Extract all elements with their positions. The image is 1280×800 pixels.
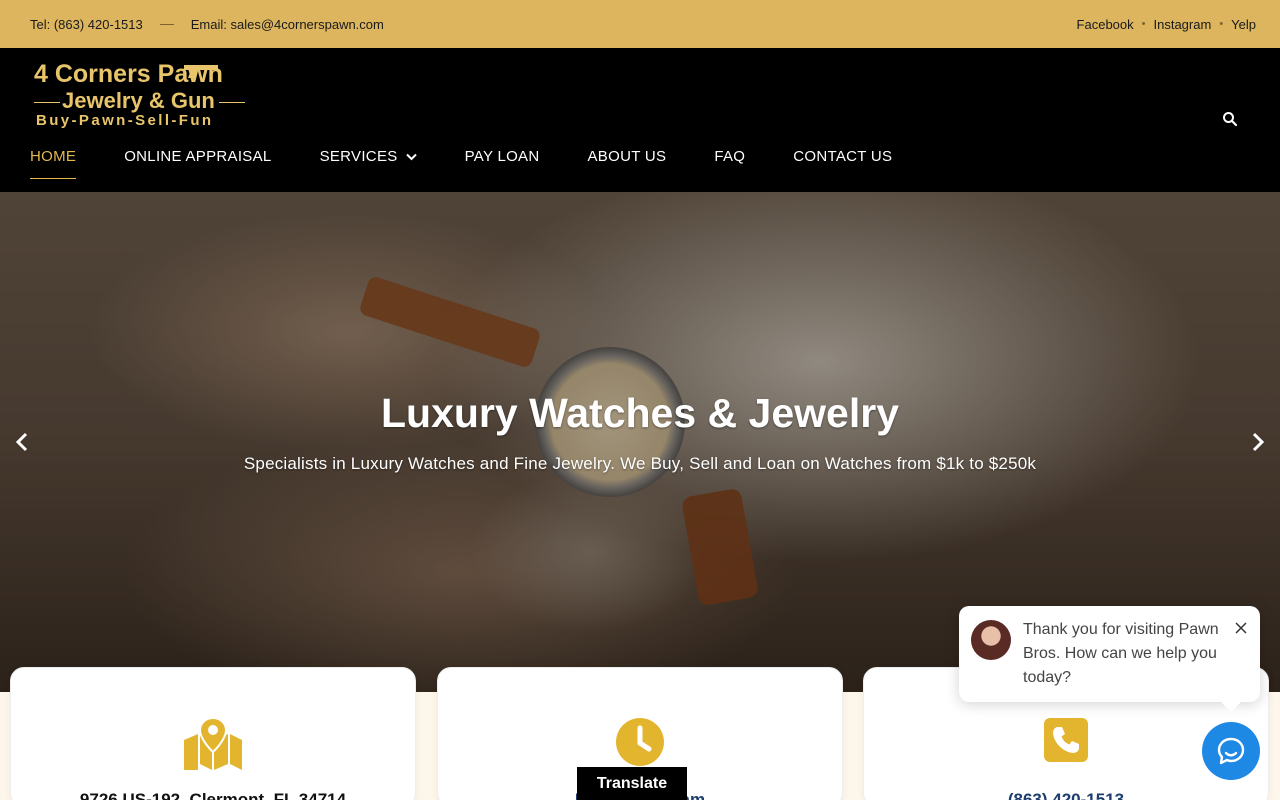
nav-services[interactable]: SERVICES [320,148,417,165]
hero-subtitle: Specialists in Luxury Watches and Fine J… [243,454,1037,473]
instagram-link[interactable]: Instagram [1154,17,1212,32]
chevron-right-icon[interactable] [1250,432,1266,452]
phone-link[interactable]: Tel: (863) 420-1513 [30,17,143,32]
separator-dot: • [1219,18,1224,30]
chat-message: Thank you for visiting Pawn Bros. How ca… [1023,621,1219,686]
top-bar: Tel: (863) 420-1513 Email: sales@4corner… [0,0,1280,48]
search-icon[interactable] [1222,111,1238,127]
chat-popup: Thank you for visiting Pawn Bros. How ca… [959,606,1260,712]
chat-tail [1221,702,1241,712]
site-logo[interactable]: 4 Corners Pawn Jewelry & Gun Buy-Pawn-Se… [34,60,256,132]
pistol-icon [184,65,218,78]
logo-tagline: Buy-Pawn-Sell-Fun [36,112,214,129]
clock-icon [616,718,664,766]
address-text[interactable]: 9726 US-192, Clermont, FL 34714 [11,790,415,800]
chevron-left-icon[interactable] [14,432,30,452]
separator-dot: • [1141,18,1146,30]
map-icon [184,718,242,770]
chat-bubble-icon [1217,737,1245,765]
avatar [971,620,1011,660]
divider [159,23,174,25]
nav-faq[interactable]: FAQ [714,148,745,165]
phone-text[interactable]: (863) 420-1513 [864,790,1268,800]
hero-title: Luxury Watches & Jewelry [380,390,899,436]
facebook-link[interactable]: Facebook [1077,17,1134,32]
site-header: 4 Corners Pawn Jewelry & Gun Buy-Pawn-Se… [0,48,1280,192]
close-icon[interactable] [1235,622,1247,634]
chevron-down-icon [405,153,417,160]
nav-about-us[interactable]: ABOUT US [588,148,667,165]
email-link[interactable]: Email: sales@4cornerspawn.com [191,17,384,32]
address-card: 9726 US-192, Clermont, FL 34714 [10,667,416,800]
yelp-link[interactable]: Yelp [1231,17,1256,32]
nav-pay-loan[interactable]: PAY LOAN [465,148,540,165]
translate-button[interactable]: Translate [577,767,687,800]
nav-contact-us[interactable]: CONTACT US [793,148,892,165]
main-nav: HOME ONLINE APPRAISAL SERVICES PAY LOAN … [30,144,940,179]
nav-services-label: SERVICES [319,147,398,165]
logo-line-2: Jewelry & Gun [34,88,245,113]
phone-icon [1044,718,1088,762]
nav-home[interactable]: HOME [30,148,77,179]
nav-online-appraisal[interactable]: ONLINE APPRAISAL [124,148,271,165]
chat-launcher-button[interactable] [1202,722,1260,780]
